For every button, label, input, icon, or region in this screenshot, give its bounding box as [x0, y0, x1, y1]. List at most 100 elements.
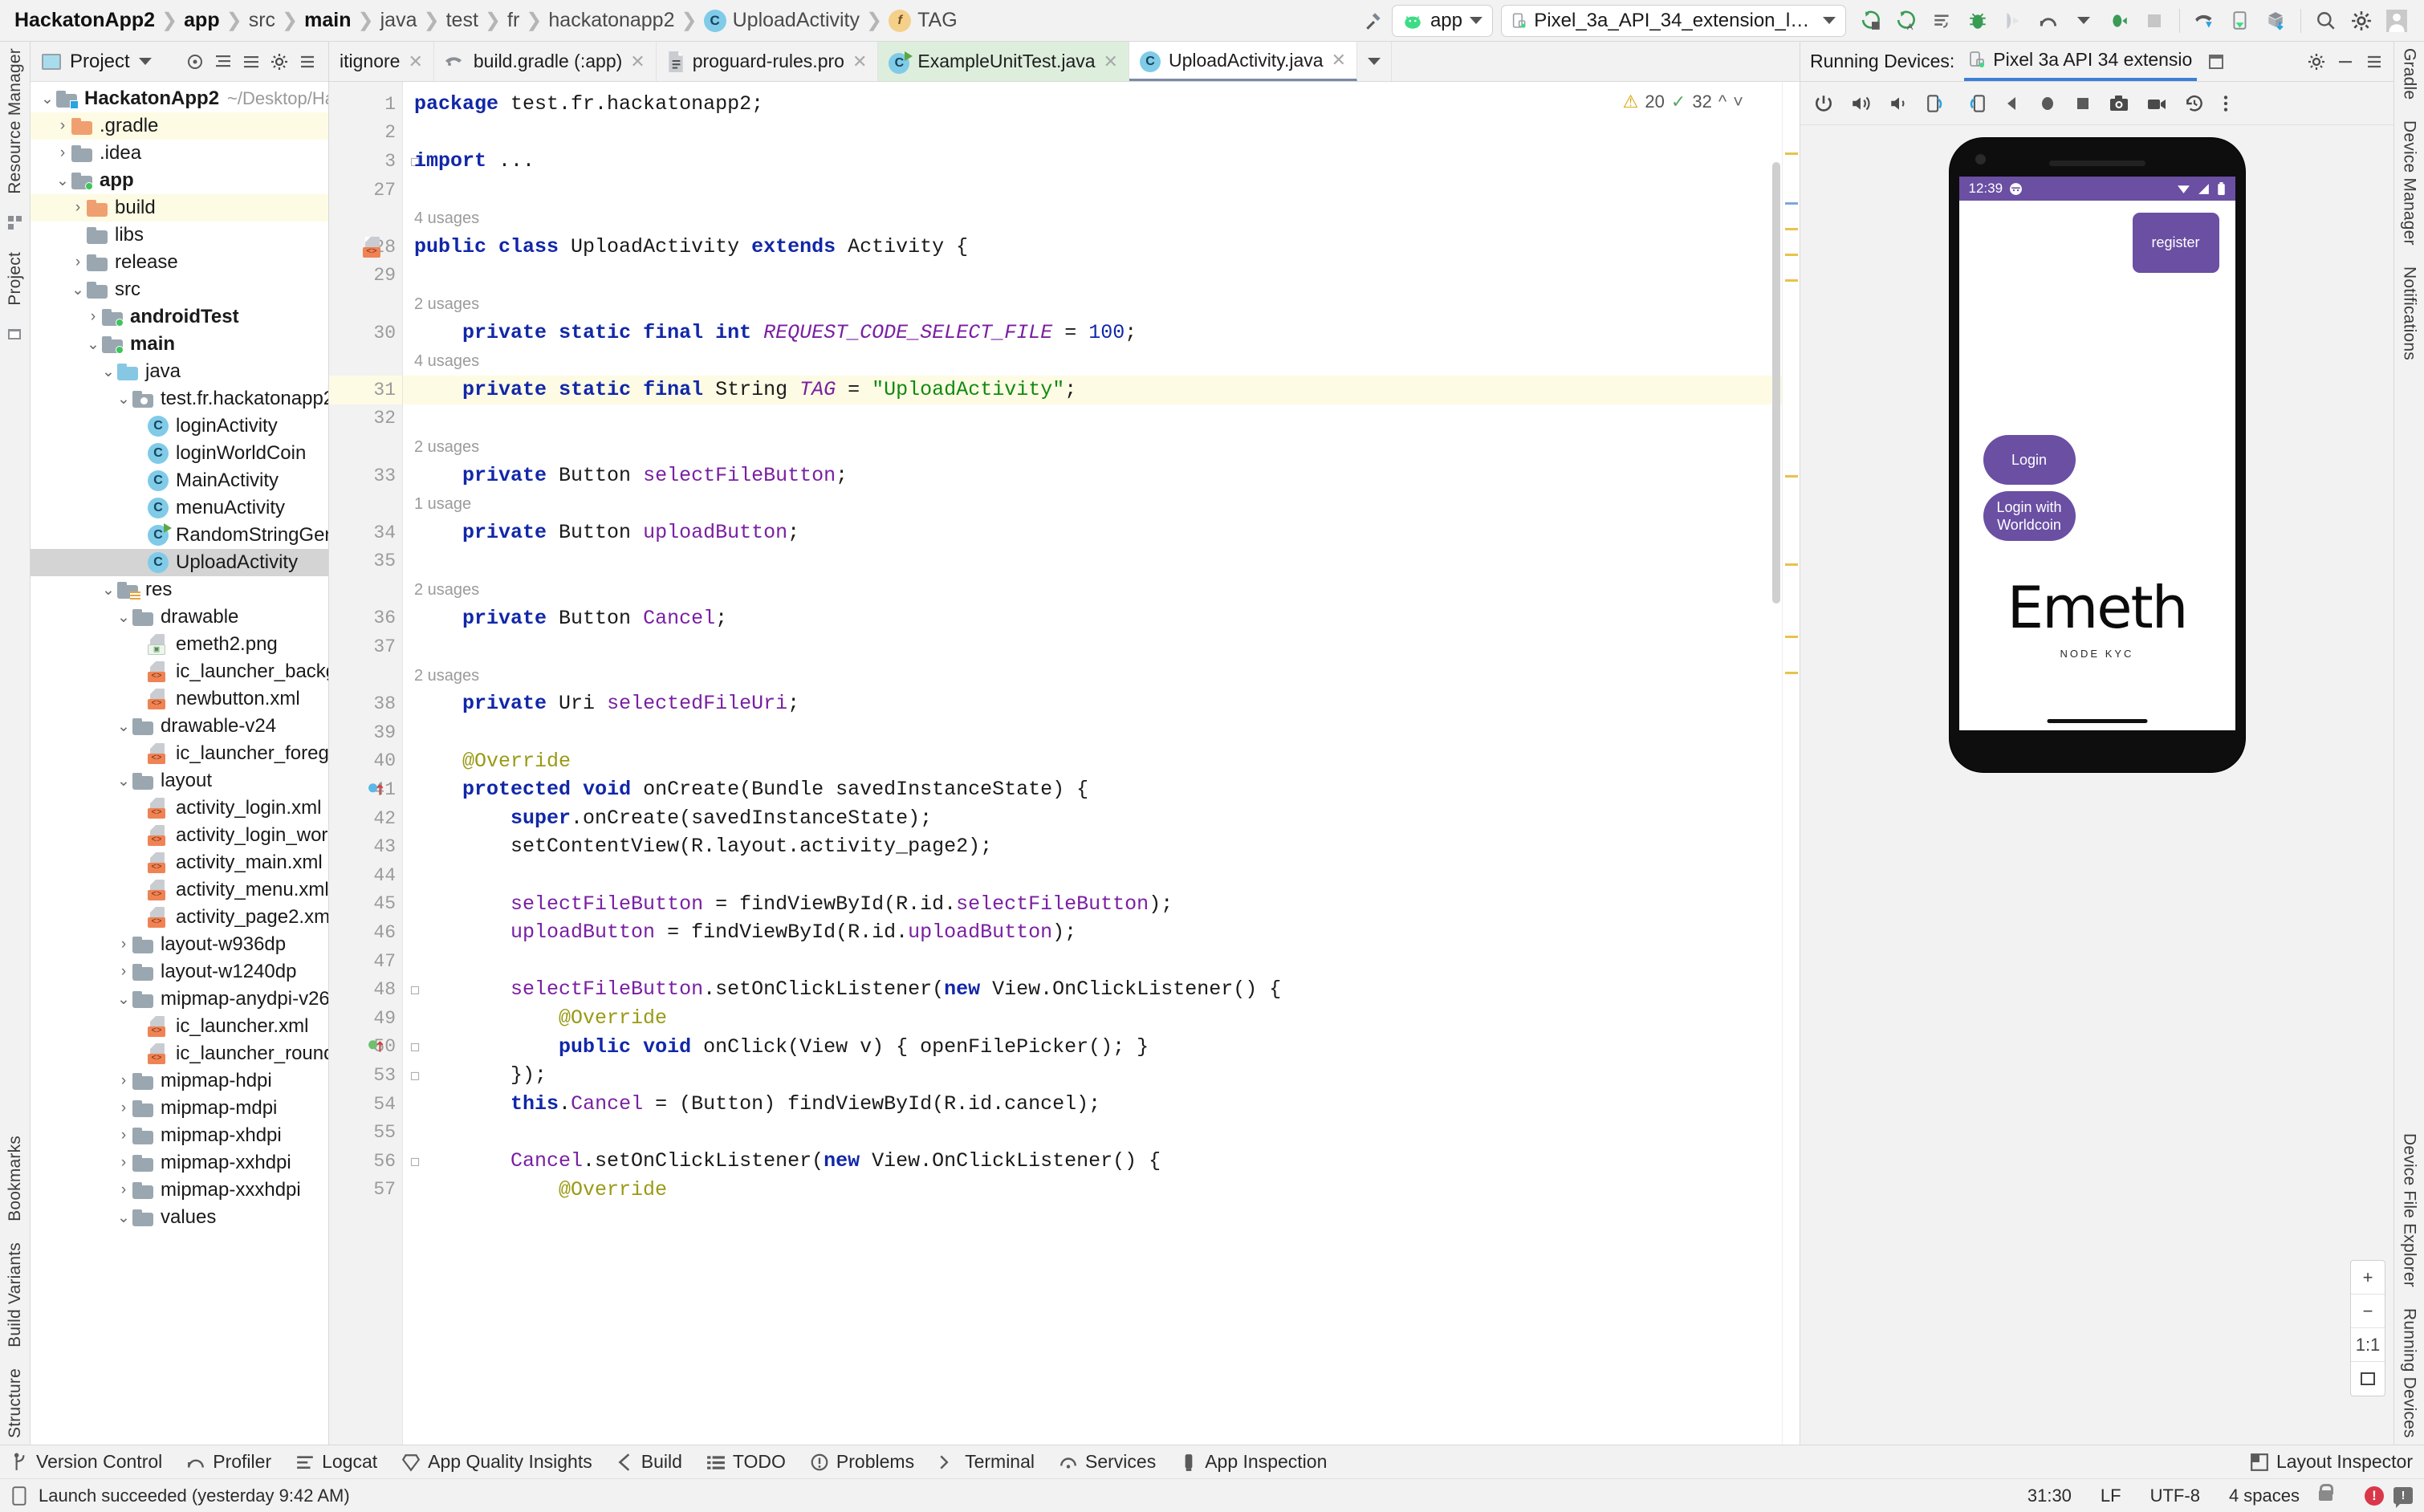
- gutter-line-28[interactable]: <> 28: [329, 233, 402, 262]
- tree-item-values[interactable]: ⌄ values: [31, 1204, 328, 1231]
- gutter-line-blank[interactable]: [329, 433, 402, 461]
- gutter-line-blank[interactable]: [329, 575, 402, 604]
- gutter-line-blank[interactable]: [329, 490, 402, 518]
- chevron-down-icon[interactable]: ⌄: [39, 90, 56, 108]
- run-with-coverage-icon[interactable]: A: [1892, 6, 1922, 36]
- implementing-method-icon[interactable]: [368, 1038, 385, 1055]
- gutter-line-38[interactable]: 38: [329, 689, 402, 718]
- gutter-line-29[interactable]: 29: [329, 262, 402, 291]
- gutter-line-blank[interactable]: [329, 204, 402, 233]
- tree-item-res[interactable]: ⌄ res: [31, 576, 328, 604]
- rail-item-structure[interactable]: Structure: [6, 1368, 25, 1438]
- breadcrumb-item-java[interactable]: java: [376, 9, 422, 32]
- tree-item-mipmap-hdpi[interactable]: › mipmap-hdpi: [31, 1067, 328, 1095]
- tree-item-activity-page2-xml[interactable]: <> activity_page2.xml: [31, 904, 328, 931]
- stop-icon[interactable]: [2139, 6, 2170, 36]
- avatar-icon[interactable]: [2381, 6, 2412, 36]
- breadcrumb-item-project[interactable]: HackatonApp2: [10, 9, 160, 32]
- editor-code-area[interactable]: package test.fr.hackatonapp2; import ...…: [403, 82, 1782, 1445]
- editor-tab-build-gradle-app-[interactable]: build.gradle (:app) ✕: [434, 42, 657, 81]
- tree-item-emeth2-png[interactable]: ▣ emeth2.png: [31, 631, 328, 658]
- notifications-icon[interactable]: !: [2393, 1487, 2413, 1508]
- file-encoding[interactable]: UTF-8: [2141, 1486, 2210, 1506]
- run-tests-icon[interactable]: [1927, 6, 1958, 36]
- build-hammer-icon[interactable]: [1359, 6, 1389, 36]
- rail-item-gradle[interactable]: Gradle: [2400, 48, 2419, 100]
- gutter-line-55[interactable]: 55: [329, 1118, 402, 1147]
- editor-tab-exampleunittest-java[interactable]: C ExampleUnitTest.java ✕: [878, 42, 1129, 81]
- gutter-line-blank[interactable]: [329, 661, 402, 690]
- profile-icon[interactable]: [2033, 6, 2064, 36]
- tree-item-newbutton-xml[interactable]: <> newbutton.xml: [31, 685, 328, 713]
- register-button[interactable]: register: [2132, 213, 2219, 273]
- xml-file-icon[interactable]: <>: [363, 236, 384, 258]
- more-icon[interactable]: [2221, 93, 2231, 114]
- chevron-right-icon[interactable]: ›: [54, 144, 71, 162]
- tree-item-test-fr-hackatonapp2[interactable]: ⌄ test.fr.hackatonapp2: [31, 385, 328, 413]
- editor-tab-bar[interactable]: itignore ✕ build.gradle (:app) ✕ proguard-ru…: [329, 42, 1800, 82]
- tree-item-menuactivity[interactable]: CmenuActivity: [31, 494, 328, 522]
- chevron-down-icon[interactable]: ⌄: [54, 172, 71, 190]
- attach-debugger-icon[interactable]: [1998, 6, 2028, 36]
- editor-gutter[interactable]: 1 2 3 ◻ 27 <> 28 29 30 31 32 33 34 35 36 37 38 39 40 41 42 43…: [329, 82, 420, 1445]
- emulator-zoom-controls[interactable]: + − 1:1: [2350, 1260, 2385, 1396]
- volume-up-icon[interactable]: [1850, 93, 1873, 114]
- rail-item-device-manager[interactable]: Device Manager: [2400, 120, 2419, 246]
- chevron-down-icon[interactable]: ⌄: [115, 608, 132, 627]
- tree-item-ic-launcher-background-xml[interactable]: <> ic_launcher_background.xml: [31, 658, 328, 685]
- rail-item-device-file-explorer[interactable]: Device File Explorer: [2400, 1133, 2419, 1287]
- gutter-line-46[interactable]: 46: [329, 918, 402, 947]
- error-badge-icon[interactable]: !: [2365, 1486, 2384, 1506]
- indent-setting[interactable]: 4 spaces: [2219, 1486, 2309, 1506]
- chevron-right-icon[interactable]: ›: [69, 254, 87, 271]
- chevron-down-icon[interactable]: ⌄: [100, 581, 117, 600]
- gutter-line-43[interactable]: 43: [329, 832, 402, 861]
- home-icon[interactable]: [2038, 94, 2057, 113]
- zoom-in-button[interactable]: +: [2351, 1261, 2385, 1295]
- run-icon[interactable]: [1857, 6, 1887, 36]
- chevron-down-icon[interactable]: ⌄: [115, 990, 132, 1009]
- close-icon[interactable]: ✕: [1104, 51, 1118, 72]
- override-method-icon[interactable]: [368, 781, 385, 799]
- chevron-down-icon[interactable]: ⌄: [115, 1209, 132, 1227]
- breadcrumb-item-app[interactable]: app: [179, 9, 224, 32]
- gutter-line-39[interactable]: 39: [329, 718, 402, 747]
- close-icon[interactable]: ✕: [630, 51, 645, 72]
- chevron-down-icon[interactable]: [2068, 6, 2099, 36]
- minimize-icon[interactable]: [2336, 52, 2355, 71]
- rail-item-resource-manager[interactable]: Resource Manager: [6, 48, 25, 194]
- tree-item-mipmap-xhdpi[interactable]: › mipmap-xhdpi: [31, 1122, 328, 1149]
- apply-changes-icon[interactable]: [2104, 6, 2134, 36]
- tree-item-randomstringgenerator[interactable]: CRandomStringGenerator: [31, 522, 328, 549]
- history-icon[interactable]: [2184, 93, 2205, 114]
- gutter-line-2[interactable]: 2: [329, 119, 402, 148]
- gutter-line-41[interactable]: 41: [329, 775, 402, 804]
- chevron-up-icon[interactable]: ^: [1718, 91, 1726, 112]
- tool-window-terminal[interactable]: Terminal: [938, 1451, 1035, 1473]
- tool-window-services[interactable]: Services: [1059, 1451, 1156, 1473]
- tree-item-mipmap-xxhdpi[interactable]: › mipmap-xxhdpi: [31, 1149, 328, 1177]
- tree-item-uploadactivity[interactable]: C UploadActivity: [31, 549, 328, 576]
- gutter-line-40[interactable]: 40: [329, 747, 402, 776]
- breadcrumb-item-field[interactable]: f TAG: [884, 9, 962, 32]
- run-configuration-selector[interactable]: app: [1391, 4, 1493, 37]
- tree-item-activity-menu-xml[interactable]: <> activity_menu.xml: [31, 876, 328, 904]
- device-tab[interactable]: Pixel 3a API 34 extensio: [1964, 42, 2198, 81]
- device-manager-icon[interactable]: [2225, 6, 2255, 36]
- chevron-down-icon[interactable]: ⌄: [115, 772, 132, 791]
- gutter-line-30[interactable]: 30: [329, 319, 402, 348]
- gutter-line-blank[interactable]: [329, 347, 402, 376]
- breadcrumb-item-main[interactable]: main: [299, 9, 356, 32]
- rail-item-bookmarks[interactable]: Bookmarks: [6, 1136, 25, 1221]
- project-tree[interactable]: ⌄ HackatonApp2 ~/Desktop/HackatonApp2 › .gra…: [31, 82, 328, 1445]
- chevron-right-icon[interactable]: ›: [115, 1181, 132, 1199]
- rail-item-running-devices[interactable]: Running Devices: [2400, 1308, 2419, 1438]
- tool-window-bar[interactable]: Version Control Profiler Logcat App Quality…: [0, 1445, 2424, 1478]
- gutter-line-56[interactable]: 56 ◻: [329, 1147, 420, 1176]
- gutter-line-54[interactable]: 54: [329, 1090, 402, 1119]
- chevron-right-icon[interactable]: ›: [54, 117, 71, 135]
- overview-icon[interactable]: [2073, 94, 2093, 113]
- gutter-line-36[interactable]: 36: [329, 604, 402, 633]
- device-selector[interactable]: Pixel_3a_API_34_extension_level_7_a...: [1501, 4, 1846, 37]
- zoom-out-button[interactable]: −: [2351, 1295, 2385, 1328]
